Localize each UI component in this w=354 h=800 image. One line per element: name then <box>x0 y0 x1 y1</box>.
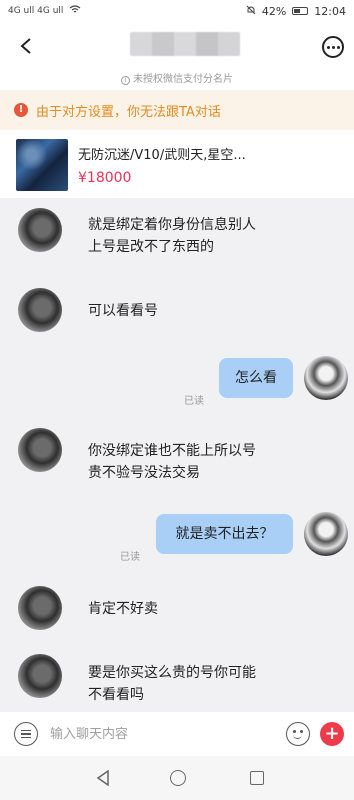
self-avatar[interactable] <box>304 356 348 400</box>
wifi-icon <box>69 5 81 17</box>
self-avatar[interactable] <box>304 512 348 556</box>
pay-card-note[interactable]: i 未授权微信支付分名片 <box>0 70 354 85</box>
chat-input[interactable] <box>50 720 270 748</box>
product-price: ¥18000 <box>78 170 132 186</box>
message-line: 怎么看 <box>235 370 277 386</box>
mute-icon <box>246 5 256 18</box>
nav-back-button[interactable] <box>96 769 110 787</box>
smile-icon <box>293 734 302 739</box>
product-card[interactable]: 无防沉迷/V10/武则天,星空... ¥18000 <box>0 130 354 198</box>
message-line: 就是卖不出去？ <box>175 526 274 542</box>
pay-card-note-text: 未授权微信支付分名片 <box>133 74 233 85</box>
product-thumbnail[interactable] <box>16 139 68 191</box>
self-message-bubble: 怎么看 <box>219 358 293 398</box>
contact-avatar[interactable] <box>18 586 62 630</box>
message-line: 要是你买这么贵的号你可能 <box>88 665 256 681</box>
signal-indicators: 4G ull 4G ull <box>8 5 81 17</box>
message-bubble: 就是绑定着你身份信息别人 上号是改不了东西的 <box>88 214 256 258</box>
more-options-button[interactable] <box>322 36 344 58</box>
message-line: 你没绑定谁也不能上所以号 <box>88 443 256 459</box>
contact-name <box>130 32 240 56</box>
message-bubble: 你没绑定谁也不能上所以号 贵不验号没法交易 <box>88 440 256 484</box>
message-bubble: 要是你买这么贵的号你可能 不看看吗 <box>88 662 256 706</box>
chevron-left-icon <box>20 38 31 54</box>
message-bubble: 肯定不好卖 <box>88 598 158 620</box>
message-line: 贵不验号没法交易 <box>88 465 200 481</box>
contact-avatar[interactable] <box>18 654 62 698</box>
message-bubble: 可以看看号 <box>88 300 158 322</box>
status-right: 42% 12:04 <box>246 5 346 18</box>
nav-recents-button[interactable] <box>250 771 264 785</box>
plus-button[interactable]: + <box>320 722 344 746</box>
message-line: 上号是改不了东西的 <box>88 239 214 255</box>
contact-avatar[interactable] <box>18 208 62 252</box>
system-nav-bar <box>0 756 354 800</box>
battery-icon <box>292 7 309 15</box>
message-line: 不看看吗 <box>88 687 144 703</box>
read-status: 已读 <box>184 396 204 407</box>
back-button[interactable] <box>14 34 38 58</box>
signal-text: 4G ull 4G ull <box>8 6 64 16</box>
emoji-button[interactable] <box>286 722 310 746</box>
contact-avatar[interactable] <box>18 288 62 332</box>
clock: 12:04 <box>314 4 346 18</box>
message-line: 可以看看号 <box>88 303 158 319</box>
nav-home-button[interactable] <box>170 770 186 786</box>
info-icon: i <box>121 76 130 85</box>
restriction-banner: ! 由于对方设置，你无法跟TA对话 <box>0 90 354 130</box>
product-title: 无防沉迷/V10/武则天,星空... <box>78 148 246 163</box>
restriction-text: 由于对方设置，你无法跟TA对话 <box>36 104 221 120</box>
self-message-bubble: 就是卖不出去？ <box>156 514 293 554</box>
message-line: 肯定不好卖 <box>88 601 158 617</box>
message-line: 就是绑定着你身份信息别人 <box>88 217 256 233</box>
status-bar: 4G ull 4G ull 42% 12:04 <box>0 0 354 22</box>
list-icon <box>21 729 31 732</box>
input-bar: + <box>0 712 354 756</box>
plus-icon: + <box>324 723 340 744</box>
triangle-back-icon <box>96 769 109 787</box>
contact-avatar[interactable] <box>18 428 62 472</box>
more-dots-icon <box>326 45 330 49</box>
chat-header: i 未授权微信支付分名片 <box>0 22 354 90</box>
menu-button[interactable] <box>14 722 38 746</box>
exclamation-icon: ! <box>14 103 28 117</box>
battery-percent: 42% <box>261 4 287 18</box>
read-status: 已读 <box>120 552 140 563</box>
